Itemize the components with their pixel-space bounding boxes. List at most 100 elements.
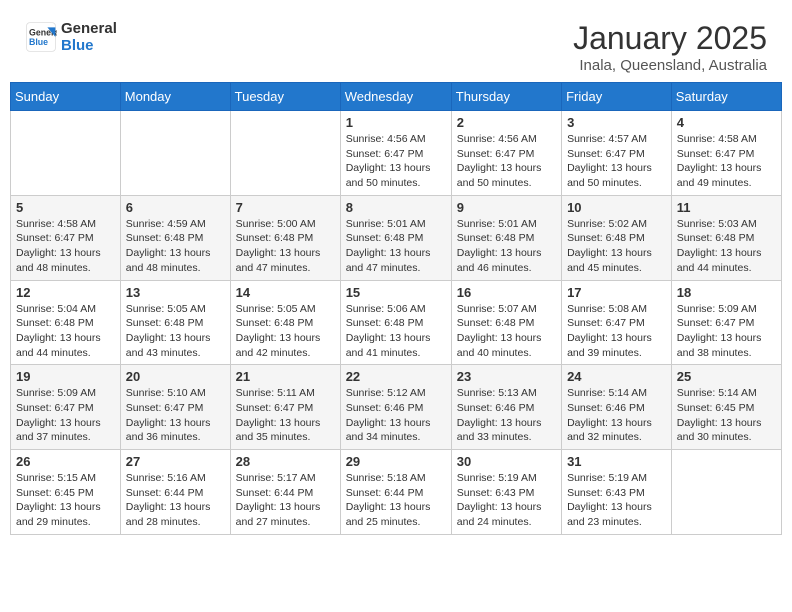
day-number: 29 — [346, 454, 446, 469]
day-info: Sunrise: 4:59 AM Sunset: 6:48 PM Dayligh… — [126, 217, 225, 276]
calendar-cell: 8Sunrise: 5:01 AM Sunset: 6:48 PM Daylig… — [340, 195, 451, 280]
calendar-cell: 17Sunrise: 5:08 AM Sunset: 6:47 PM Dayli… — [562, 280, 672, 365]
calendar-cell: 20Sunrise: 5:10 AM Sunset: 6:47 PM Dayli… — [120, 365, 230, 450]
day-info: Sunrise: 5:19 AM Sunset: 6:43 PM Dayligh… — [567, 471, 666, 530]
calendar-cell: 28Sunrise: 5:17 AM Sunset: 6:44 PM Dayli… — [230, 450, 340, 535]
day-number: 20 — [126, 369, 225, 384]
month-title: January 2025 — [573, 20, 767, 57]
weekday-header-row: SundayMondayTuesdayWednesdayThursdayFrid… — [11, 83, 782, 111]
calendar-week-row: 19Sunrise: 5:09 AM Sunset: 6:47 PM Dayli… — [11, 365, 782, 450]
day-number: 2 — [457, 115, 556, 130]
day-number: 28 — [236, 454, 335, 469]
day-number: 7 — [236, 200, 335, 215]
calendar-cell: 7 Sunrise: 5:00 AM Sunset: 6:48 PM Daylig… — [230, 195, 340, 280]
day-info: Sunrise: 4:58 AM Sunset: 6:47 PM Dayligh… — [16, 217, 115, 276]
day-info: Sunrise: 5:05 AM Sunset: 6:48 PM Dayligh… — [236, 302, 335, 361]
day-info: Sunrise: 5:07 AM Sunset: 6:48 PM Dayligh… — [457, 302, 556, 361]
logo-general: General — [61, 20, 117, 37]
calendar-cell: 31 Sunrise: 5:19 AM Sunset: 6:43 PM Dayli… — [562, 450, 672, 535]
calendar-cell: 21 Sunrise: 5:11 AM Sunset: 6:47 PM Dayli… — [230, 365, 340, 450]
day-number: 27 — [126, 454, 225, 469]
day-number: 10 — [567, 200, 666, 215]
day-number: 21 — [236, 369, 335, 384]
calendar-cell: 15Sunrise: 5:06 AM Sunset: 6:48 PM Dayli… — [340, 280, 451, 365]
day-info: Sunrise: 5:09 AM Sunset: 6:47 PM Dayligh… — [677, 302, 776, 361]
day-info: Sunrise: 5:05 AM Sunset: 6:48 PM Dayligh… — [126, 302, 225, 361]
title-block: January 2025 Inala, Queensland, Australi… — [573, 20, 767, 74]
calendar-body: 1Sunrise: 4:56 AM Sunset: 6:47 PM Daylig… — [11, 111, 782, 535]
day-info: Sunrise: 5:19 AM Sunset: 6:43 PM Dayligh… — [457, 471, 556, 530]
weekday-header: Wednesday — [340, 83, 451, 111]
calendar-cell: 13 Sunrise: 5:05 AM Sunset: 6:48 PM Dayli… — [120, 280, 230, 365]
logo-icon: General Blue — [25, 21, 57, 53]
weekday-header: Saturday — [671, 83, 781, 111]
day-number: 19 — [16, 369, 115, 384]
day-number: 22 — [346, 369, 446, 384]
calendar-week-row: 26 Sunrise: 5:15 AM Sunset: 6:45 PM Dayli… — [11, 450, 782, 535]
day-info: Sunrise: 5:03 AM Sunset: 6:48 PM Dayligh… — [677, 217, 776, 276]
day-info: Sunrise: 5:12 AM Sunset: 6:46 PM Dayligh… — [346, 386, 446, 445]
day-number: 17 — [567, 285, 666, 300]
day-number: 14 — [236, 285, 335, 300]
day-info: Sunrise: 5:16 AM Sunset: 6:44 PM Dayligh… — [126, 471, 225, 530]
day-info: Sunrise: 5:15 AM Sunset: 6:45 PM Dayligh… — [16, 471, 115, 530]
calendar-cell: 19Sunrise: 5:09 AM Sunset: 6:47 PM Dayli… — [11, 365, 121, 450]
calendar-cell: 5 Sunrise: 4:58 AM Sunset: 6:47 PM Daylig… — [11, 195, 121, 280]
weekday-header: Tuesday — [230, 83, 340, 111]
calendar-cell — [671, 450, 781, 535]
day-info: Sunrise: 5:01 AM Sunset: 6:48 PM Dayligh… — [457, 217, 556, 276]
day-number: 13 — [126, 285, 225, 300]
day-info: Sunrise: 5:14 AM Sunset: 6:46 PM Dayligh… — [567, 386, 666, 445]
calendar-week-row: 1Sunrise: 4:56 AM Sunset: 6:47 PM Daylig… — [11, 111, 782, 196]
calendar-cell: 3 Sunrise: 4:57 AM Sunset: 6:47 PM Daylig… — [562, 111, 672, 196]
day-info: Sunrise: 5:11 AM Sunset: 6:47 PM Dayligh… — [236, 386, 335, 445]
day-number: 25 — [677, 369, 776, 384]
svg-text:Blue: Blue — [29, 37, 48, 47]
day-number: 8 — [346, 200, 446, 215]
calendar-cell — [120, 111, 230, 196]
weekday-header: Thursday — [451, 83, 561, 111]
day-number: 6 — [126, 200, 225, 215]
weekday-header: Sunday — [11, 83, 121, 111]
day-number: 3 — [567, 115, 666, 130]
day-number: 5 — [16, 200, 115, 215]
calendar-cell — [11, 111, 121, 196]
calendar-cell: 18 Sunrise: 5:09 AM Sunset: 6:47 PM Dayli… — [671, 280, 781, 365]
day-number: 1 — [346, 115, 446, 130]
day-number: 11 — [677, 200, 776, 215]
day-info: Sunrise: 5:04 AM Sunset: 6:48 PM Dayligh… — [16, 302, 115, 361]
day-number: 23 — [457, 369, 556, 384]
calendar-cell: 30 Sunrise: 5:19 AM Sunset: 6:43 PM Dayli… — [451, 450, 561, 535]
location-title: Inala, Queensland, Australia — [573, 57, 767, 74]
day-info: Sunrise: 5:14 AM Sunset: 6:45 PM Dayligh… — [677, 386, 776, 445]
calendar-cell: 26 Sunrise: 5:15 AM Sunset: 6:45 PM Dayli… — [11, 450, 121, 535]
day-number: 18 — [677, 285, 776, 300]
day-number: 16 — [457, 285, 556, 300]
calendar-cell: 22 Sunrise: 5:12 AM Sunset: 6:46 PM Dayli… — [340, 365, 451, 450]
calendar-header: SundayMondayTuesdayWednesdayThursdayFrid… — [11, 83, 782, 111]
day-number: 4 — [677, 115, 776, 130]
calendar-cell: 10Sunrise: 5:02 AM Sunset: 6:48 PM Dayli… — [562, 195, 672, 280]
weekday-header: Friday — [562, 83, 672, 111]
calendar-cell: 14 Sunrise: 5:05 AM Sunset: 6:48 PM Dayli… — [230, 280, 340, 365]
day-info: Sunrise: 5:00 AM Sunset: 6:48 PM Dayligh… — [236, 217, 335, 276]
day-info: Sunrise: 4:57 AM Sunset: 6:47 PM Dayligh… — [567, 132, 666, 191]
day-number: 15 — [346, 285, 446, 300]
day-number: 30 — [457, 454, 556, 469]
calendar-cell: 25 Sunrise: 5:14 AM Sunset: 6:45 PM Dayli… — [671, 365, 781, 450]
weekday-header: Monday — [120, 83, 230, 111]
day-number: 9 — [457, 200, 556, 215]
calendar-cell: 16 Sunrise: 5:07 AM Sunset: 6:48 PM Dayli… — [451, 280, 561, 365]
calendar-cell: 24Sunrise: 5:14 AM Sunset: 6:46 PM Dayli… — [562, 365, 672, 450]
day-number: 26 — [16, 454, 115, 469]
calendar-cell: 4 Sunrise: 4:58 AM Sunset: 6:47 PM Daylig… — [671, 111, 781, 196]
day-number: 31 — [567, 454, 666, 469]
calendar-cell: 9 Sunrise: 5:01 AM Sunset: 6:48 PM Daylig… — [451, 195, 561, 280]
calendar-cell: 29Sunrise: 5:18 AM Sunset: 6:44 PM Dayli… — [340, 450, 451, 535]
calendar-cell: 27 Sunrise: 5:16 AM Sunset: 6:44 PM Dayli… — [120, 450, 230, 535]
day-number: 12 — [16, 285, 115, 300]
page-header: General Blue General Blue January 2025 I… — [10, 10, 782, 82]
day-info: Sunrise: 4:58 AM Sunset: 6:47 PM Dayligh… — [677, 132, 776, 191]
calendar-week-row: 5 Sunrise: 4:58 AM Sunset: 6:47 PM Daylig… — [11, 195, 782, 280]
logo: General Blue General Blue — [25, 20, 117, 54]
